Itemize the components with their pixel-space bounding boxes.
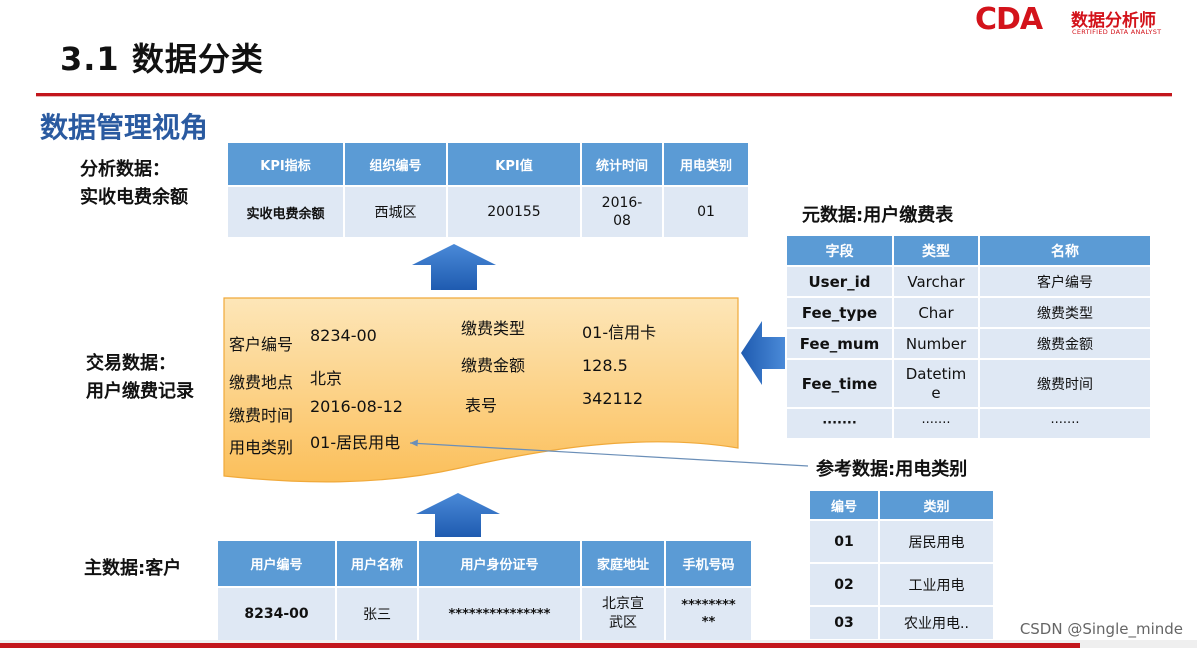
ref-cell: 01	[808, 519, 880, 564]
txn-key: 缴费时间	[229, 406, 294, 425]
customer-cell: 8234-00	[216, 586, 337, 642]
txn-key: 表号	[465, 396, 498, 415]
ref-row: 01 居民用电	[808, 519, 995, 564]
meta-row: User_id Varchar 客户编号	[785, 265, 1152, 298]
meta-cell: Varchar	[892, 265, 980, 298]
meta-header-cell: 字段	[785, 234, 894, 267]
slide: CDA 数据分析师 CERTIFIED DATA ANALYST 3.1 数据分…	[0, 0, 1197, 648]
left-arrow-icon	[741, 321, 785, 385]
ref-header-row: 编号 类别	[808, 489, 995, 521]
meta-cell: User_id	[785, 265, 894, 298]
customer-header-cell: 用户编号	[216, 539, 337, 588]
customer-cell: 北京宣 武区	[580, 586, 666, 642]
ref-header-cell: 类别	[878, 489, 995, 521]
up-arrow-icon	[416, 493, 500, 537]
meta-cell: ·······	[785, 407, 894, 440]
meta-cell: Datetim e	[892, 358, 980, 409]
ref-cell: 居民用电	[878, 519, 995, 564]
ref-cell: 03	[808, 605, 880, 641]
meta-cell: Char	[892, 296, 980, 329]
ref-cell: 农业用电..	[878, 605, 995, 641]
meta-row: Fee_mum Number 缴费金额	[785, 327, 1152, 360]
meta-cell: ·······	[892, 407, 980, 440]
customer-cell: ******** **	[664, 586, 753, 642]
meta-row: Fee_type Char 缴费类型	[785, 296, 1152, 329]
customer-header-row: 用户编号 用户名称 用户身份证号 家庭地址 手机号码	[216, 539, 753, 588]
txn-value: 128.5	[582, 356, 628, 375]
customer-header-cell: 用户名称	[335, 539, 419, 588]
ref-cell: 工业用电	[878, 562, 995, 607]
customer-data-row: 8234-00 张三 *************** 北京宣 武区 ******…	[216, 586, 753, 642]
customer-cell: ***************	[417, 586, 582, 642]
reference-table: 编号 类别 01 居民用电 02 工业用电 03 农业用电..	[808, 489, 995, 641]
txn-key: 缴费金额	[461, 356, 526, 375]
ref-row: 02 工业用电	[808, 562, 995, 607]
meta-cell: Number	[892, 327, 980, 360]
txn-value: 8234-00	[310, 326, 377, 345]
meta-cell: Fee_time	[785, 358, 894, 409]
txn-value: 342112	[582, 389, 644, 408]
customer-header-cell: 用户身份证号	[417, 539, 582, 588]
meta-cell: 客户编号	[978, 265, 1152, 298]
txn-key: 用电类别	[229, 438, 294, 457]
meta-cell: 缴费时间	[978, 358, 1152, 409]
meta-header-cell: 名称	[978, 234, 1152, 267]
meta-header-row: 字段 类型 名称	[785, 234, 1152, 267]
txn-key: 缴费地点	[229, 373, 294, 392]
metadata-table: 字段 类型 名称 User_id Varchar 客户编号 Fee_type C…	[785, 234, 1152, 440]
meta-row: ······· ······· ·······	[785, 407, 1152, 440]
meta-cell: Fee_type	[785, 296, 894, 329]
txn-value: 2016-08-12	[310, 397, 403, 416]
meta-cell: 缴费类型	[978, 296, 1152, 329]
txn-value: 北京	[310, 369, 343, 388]
meta-cell: Fee_mum	[785, 327, 894, 360]
txn-key: 缴费类型	[461, 319, 526, 338]
txn-value: 01-居民用电	[310, 433, 401, 452]
ref-header-cell: 编号	[808, 489, 880, 521]
customer-header-cell: 手机号码	[664, 539, 753, 588]
up-arrow-icon	[412, 244, 496, 290]
customer-table: 用户编号 用户名称 用户身份证号 家庭地址 手机号码 8234-00 张三 **…	[216, 539, 753, 642]
customer-header-cell: 家庭地址	[580, 539, 666, 588]
meta-cell: ·······	[978, 407, 1152, 440]
meta-row: Fee_time Datetim e 缴费时间	[785, 358, 1152, 409]
meta-header-cell: 类型	[892, 234, 980, 267]
watermark: CSDN @Single_minde	[1019, 620, 1183, 638]
ref-cell: 02	[808, 562, 880, 607]
txn-key: 客户编号	[229, 335, 294, 354]
customer-cell: 张三	[335, 586, 419, 642]
meta-cell: 缴费金额	[978, 327, 1152, 360]
txn-value: 01-信用卡	[582, 323, 657, 342]
ref-row: 03 农业用电..	[808, 605, 995, 641]
bottom-accent	[0, 643, 1080, 648]
